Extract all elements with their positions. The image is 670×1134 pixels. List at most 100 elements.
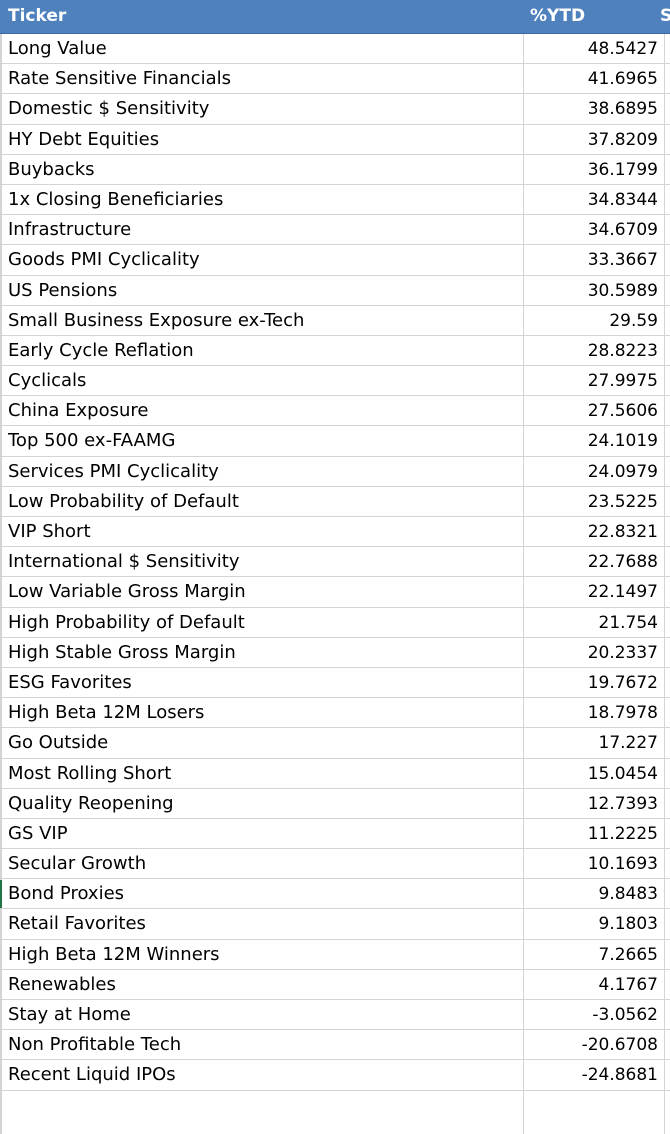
table-row: Goods PMI Cyclicality 33.3667 [0, 245, 670, 276]
ytd-cell[interactable]: 4.1767 [524, 970, 658, 1000]
ticker-cell[interactable]: High Probability of Default [8, 608, 245, 638]
ticker-cell[interactable]: Retail Favorites [8, 909, 146, 939]
ticker-cell[interactable]: Bond Proxies [8, 879, 124, 909]
ticker-cell[interactable]: GS VIP [8, 819, 68, 849]
header-row: Ticker %YTD S [0, 0, 670, 34]
ytd-cell[interactable]: 27.5606 [524, 396, 658, 426]
table-row: High Stable Gross Margin 20.2337 [0, 638, 670, 668]
ytd-cell[interactable]: 24.1019 [524, 426, 658, 456]
table-row: Quality Reopening 12.7393 [0, 789, 670, 819]
ytd-cell[interactable]: 30.5989 [524, 276, 658, 306]
ytd-cell[interactable]: 36.1799 [524, 155, 658, 185]
ytd-cell[interactable]: 29.59 [524, 306, 658, 336]
ticker-cell[interactable]: Infrastructure [8, 215, 131, 245]
ytd-cell[interactable]: 27.9975 [524, 366, 658, 396]
table-row: US Pensions 30.5989 [0, 276, 670, 306]
ytd-cell[interactable]: 22.7688 [524, 547, 658, 577]
table-row: High Probability of Default 21.754 [0, 608, 670, 638]
ticker-cell[interactable]: Most Rolling Short [8, 759, 171, 789]
table-row: Non Profitable Tech -20.6708 [0, 1030, 670, 1061]
header-cell-ticker[interactable]: Ticker [8, 0, 66, 33]
table-row: High Beta 12M Losers 18.7978 [0, 698, 670, 729]
ticker-cell[interactable]: Goods PMI Cyclicality [8, 245, 200, 275]
ytd-cell[interactable]: 34.8344 [524, 185, 658, 215]
table-row: Renewables 4.1767 [0, 970, 670, 1000]
ticker-cell[interactable]: ESG Favorites [8, 668, 132, 698]
table-body: Long Value 48.5427 Rate Sensitive Financia… [0, 34, 670, 1091]
table-row: Domestic $ Sensitivity 38.6895 [0, 94, 670, 125]
header-cell-ytd[interactable]: %YTD [530, 0, 585, 33]
header-cell-next[interactable]: S [660, 0, 670, 33]
ticker-cell[interactable]: Low Variable Gross Margin [8, 577, 246, 607]
ticker-cell[interactable]: Early Cycle Reflation [8, 336, 194, 366]
ticker-cell[interactable]: VIP Short [8, 517, 91, 547]
table-row: HY Debt Equities 37.8209 [0, 125, 670, 155]
ytd-cell[interactable]: 20.2337 [524, 638, 658, 668]
ticker-cell[interactable]: Small Business Exposure ex-Tech [8, 306, 304, 336]
ytd-cell[interactable]: 9.1803 [524, 909, 658, 939]
ytd-cell[interactable]: 23.5225 [524, 487, 658, 517]
ticker-cell[interactable]: Buybacks [8, 155, 95, 185]
table-row: Buybacks 36.1799 [0, 155, 670, 185]
table-row: International $ Sensitivity 22.7688 [0, 547, 670, 578]
table-row: Most Rolling Short 15.0454 [0, 759, 670, 789]
ytd-cell[interactable]: 41.6965 [524, 64, 658, 94]
ytd-cell[interactable]: 38.6895 [524, 94, 658, 124]
table-row: Retail Favorites 9.1803 [0, 909, 670, 940]
ytd-cell[interactable]: 33.3667 [524, 245, 658, 275]
table-row: High Beta 12M Winners 7.2665 [0, 940, 670, 970]
ticker-cell[interactable]: Cyclicals [8, 366, 86, 396]
ytd-cell[interactable]: -24.8681 [524, 1060, 658, 1090]
ytd-cell[interactable]: -3.0562 [524, 1000, 658, 1030]
ytd-cell[interactable]: 19.7672 [524, 668, 658, 698]
ticker-cell[interactable]: Quality Reopening [8, 789, 174, 819]
ytd-cell[interactable]: 12.7393 [524, 789, 658, 819]
table-row: Low Variable Gross Margin 22.1497 [0, 577, 670, 608]
table-row: Early Cycle Reflation 28.8223 [0, 336, 670, 367]
table-row: VIP Short 22.8321 [0, 517, 670, 548]
ticker-cell[interactable]: High Stable Gross Margin [8, 638, 236, 668]
table-row: GS VIP 11.2225 [0, 819, 670, 850]
ticker-cell[interactable]: High Beta 12M Losers [8, 698, 204, 728]
table-row: Long Value 48.5427 [0, 34, 670, 65]
ticker-cell[interactable]: Domestic $ Sensitivity [8, 94, 209, 124]
ticker-cell[interactable]: Services PMI Cyclicality [8, 457, 219, 487]
ytd-cell[interactable]: 21.754 [524, 608, 658, 638]
ticker-cell[interactable]: Long Value [8, 34, 107, 64]
ytd-cell[interactable]: 7.2665 [524, 940, 658, 970]
table-row: Infrastructure 34.6709 [0, 215, 670, 246]
ytd-cell[interactable]: 10.1693 [524, 849, 658, 879]
ticker-cell[interactable]: China Exposure [8, 396, 148, 426]
ytd-cell[interactable]: 17.227 [524, 728, 658, 758]
ticker-cell[interactable]: US Pensions [8, 276, 117, 306]
table-row: Services PMI Cyclicality 24.0979 [0, 457, 670, 487]
ticker-cell[interactable]: Non Profitable Tech [8, 1030, 181, 1060]
ticker-cell[interactable]: Low Probability of Default [8, 487, 239, 517]
ticker-cell[interactable]: HY Debt Equities [8, 125, 159, 155]
table-row: Cyclicals 27.9975 [0, 366, 670, 397]
ytd-cell[interactable]: 22.8321 [524, 517, 658, 547]
ticker-cell[interactable]: Stay at Home [8, 1000, 131, 1030]
ytd-cell[interactable]: 37.8209 [524, 125, 658, 155]
ytd-cell[interactable]: 48.5427 [524, 34, 658, 64]
ytd-cell[interactable]: 18.7978 [524, 698, 658, 728]
ytd-cell[interactable]: 11.2225 [524, 819, 658, 849]
ticker-cell[interactable]: Recent Liquid IPOs [8, 1060, 176, 1090]
ytd-cell[interactable]: 15.0454 [524, 759, 658, 789]
ytd-cell[interactable]: 24.0979 [524, 457, 658, 487]
ytd-cell[interactable]: -20.6708 [524, 1030, 658, 1060]
ticker-cell[interactable]: 1x Closing Beneficiaries [8, 185, 223, 215]
ticker-cell[interactable]: Top 500 ex-FAAMG [8, 426, 175, 456]
ticker-cell[interactable]: Renewables [8, 970, 116, 1000]
ticker-cell[interactable]: International $ Sensitivity [8, 547, 240, 577]
ytd-cell[interactable]: 34.6709 [524, 215, 658, 245]
table-row: 1x Closing Beneficiaries 34.8344 [0, 185, 670, 216]
ytd-cell[interactable]: 22.1497 [524, 577, 658, 607]
ticker-cell[interactable]: High Beta 12M Winners [8, 940, 220, 970]
ytd-cell[interactable]: 28.8223 [524, 336, 658, 366]
ticker-cell[interactable]: Go Outside [8, 728, 108, 758]
ytd-cell[interactable]: 9.8483 [524, 879, 658, 909]
ticker-cell[interactable]: Rate Sensitive Financials [8, 64, 231, 94]
table-row: Secular Growth 10.1693 [0, 849, 670, 880]
ticker-cell[interactable]: Secular Growth [8, 849, 146, 879]
